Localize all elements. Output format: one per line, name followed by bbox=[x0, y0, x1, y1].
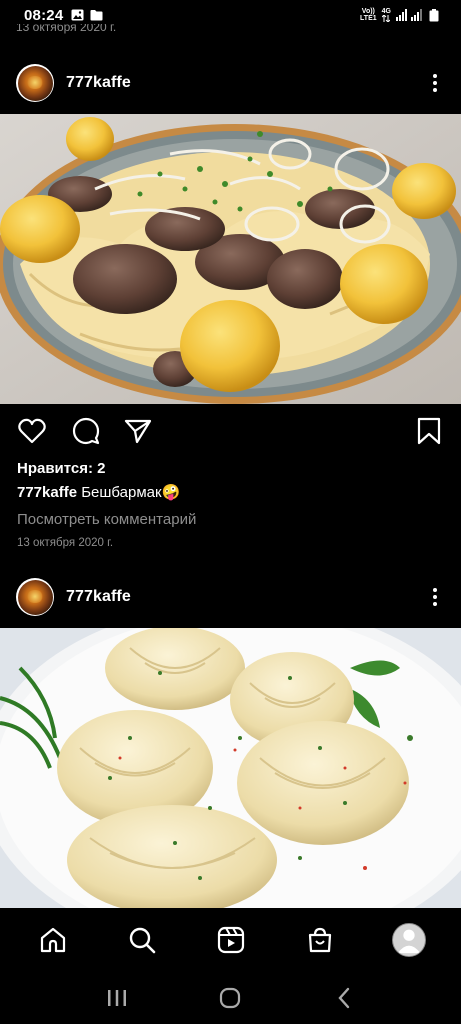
profile-picture bbox=[391, 923, 426, 957]
post-actions bbox=[0, 414, 461, 448]
reels-icon[interactable] bbox=[207, 916, 255, 964]
network-type-text: 4G bbox=[381, 8, 391, 15]
post-photo[interactable] bbox=[0, 114, 461, 404]
caption-username[interactable]: 777kaffe bbox=[17, 484, 77, 501]
post-username[interactable]: 777kaffe bbox=[66, 588, 131, 606]
home-circle-icon[interactable] bbox=[210, 978, 250, 1018]
heart-icon[interactable] bbox=[17, 416, 47, 446]
profile-avatar[interactable] bbox=[385, 916, 433, 964]
post-date: 13 октября 2020 г. bbox=[17, 537, 114, 549]
lte-text: LTE1 bbox=[360, 15, 377, 22]
data-arrows-icon bbox=[381, 15, 390, 22]
more-vertical-icon[interactable] bbox=[425, 585, 445, 609]
volte-label: Vo)) LTE1 bbox=[360, 8, 377, 22]
network-type: 4G bbox=[381, 8, 391, 22]
status-notification-icons bbox=[71, 9, 103, 21]
bookmark-icon[interactable] bbox=[414, 416, 444, 446]
search-icon[interactable] bbox=[118, 916, 166, 964]
status-right: Vo)) LTE1 4G bbox=[360, 8, 439, 22]
send-icon[interactable] bbox=[123, 416, 153, 446]
avatar-image bbox=[17, 65, 53, 101]
post-photo[interactable] bbox=[0, 628, 461, 908]
post-username[interactable]: 777kaffe bbox=[66, 74, 131, 92]
folder-icon bbox=[90, 10, 103, 21]
battery-icon bbox=[429, 8, 439, 21]
post-caption: 777kaffe Бешбармак🤪 bbox=[17, 483, 180, 501]
avatar[interactable] bbox=[16, 578, 54, 616]
likes-count[interactable]: Нравится: 2 bbox=[17, 460, 106, 477]
recents-icon[interactable] bbox=[97, 978, 137, 1018]
comment-icon[interactable] bbox=[71, 416, 101, 446]
post-header: 777kaffe bbox=[0, 573, 461, 621]
previous-post-date-text: 13 октября 2020 г. bbox=[16, 24, 117, 34]
shop-icon[interactable] bbox=[296, 916, 344, 964]
caption-text: Бешбармак🤪 bbox=[77, 484, 181, 501]
post-header: 777kaffe bbox=[0, 59, 461, 107]
image-icon bbox=[71, 9, 84, 21]
volte-text: Vo)) bbox=[361, 8, 375, 15]
view-comments-link[interactable]: Посмотреть комментарий bbox=[17, 511, 196, 528]
avatar[interactable] bbox=[16, 64, 54, 102]
system-nav bbox=[0, 972, 461, 1024]
beshbarmak-photo bbox=[0, 114, 461, 404]
back-icon[interactable] bbox=[324, 978, 364, 1018]
home-icon[interactable] bbox=[29, 916, 77, 964]
previous-post-date: 13 октября 2020 г. bbox=[16, 24, 116, 36]
bottom-nav bbox=[0, 908, 461, 972]
avatar-image bbox=[17, 579, 53, 615]
status-time: 08:24 bbox=[24, 6, 64, 24]
more-vertical-icon[interactable] bbox=[425, 71, 445, 95]
manti-photo bbox=[0, 628, 461, 908]
signal-icon bbox=[396, 9, 422, 21]
